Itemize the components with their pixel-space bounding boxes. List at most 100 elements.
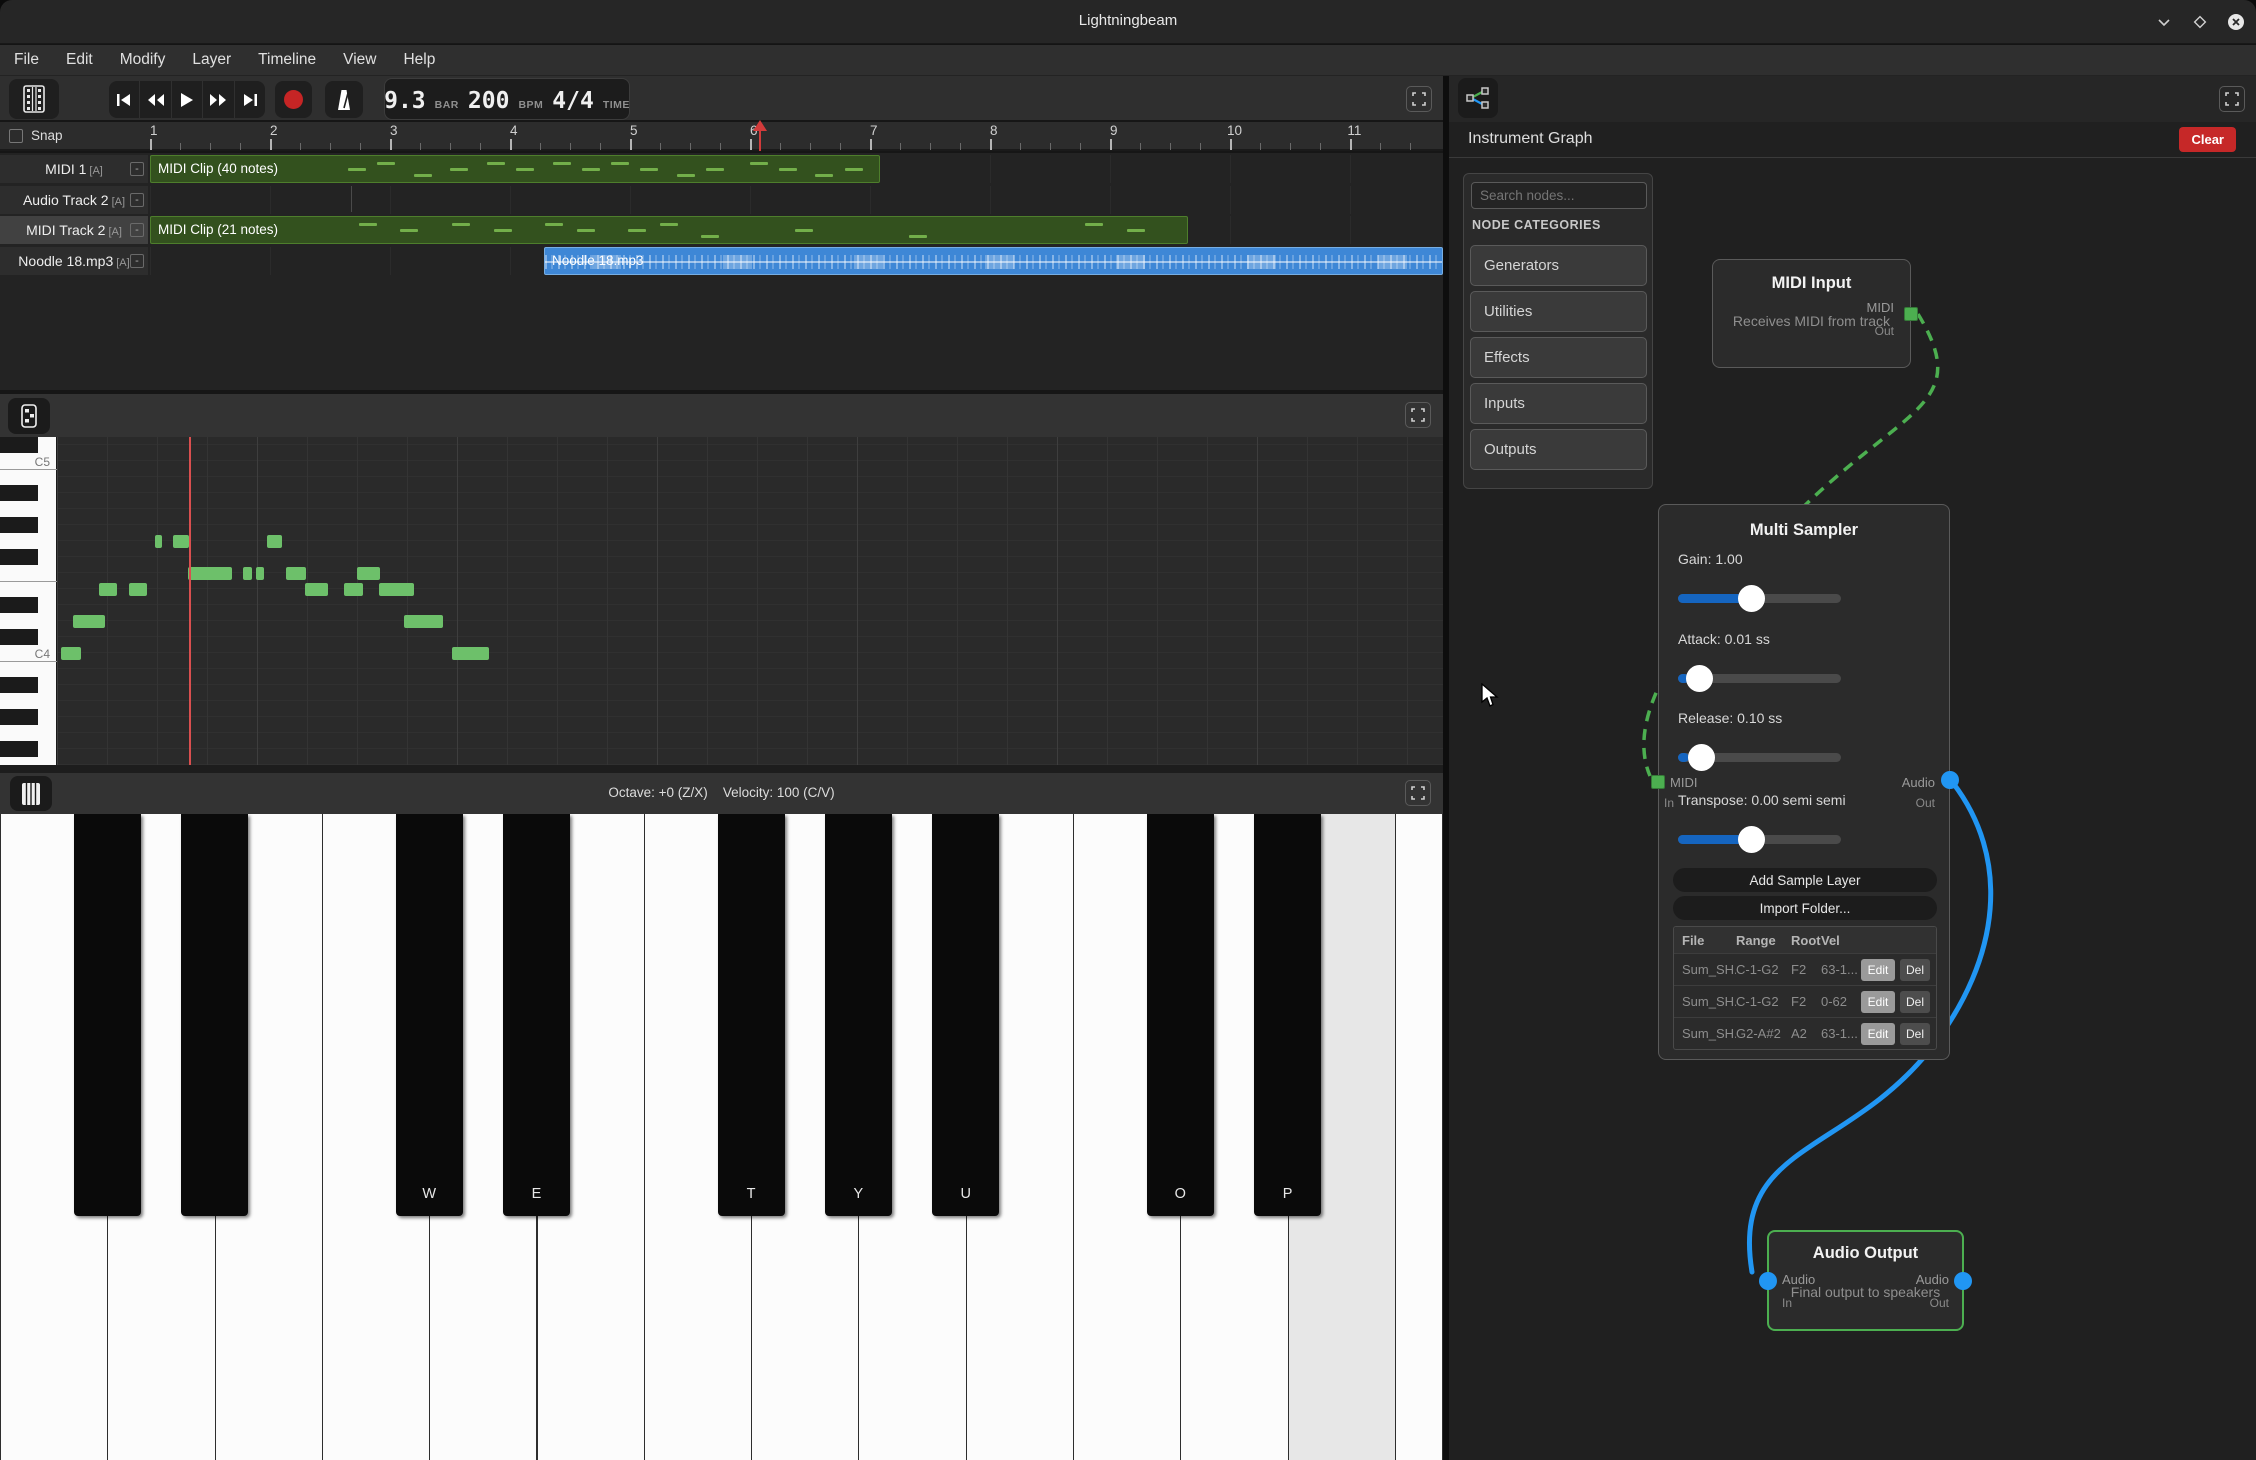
piano-roll[interactable]: C5C4 xyxy=(0,437,1443,765)
mini-black-key[interactable] xyxy=(0,485,38,501)
metronome-button[interactable] xyxy=(325,81,363,118)
track-lane[interactable]: MIDI Clip (21 notes) xyxy=(150,216,1443,244)
midi-note[interactable] xyxy=(243,567,252,580)
fast-forward-button[interactable] xyxy=(203,81,234,118)
piano-roll-icon-button[interactable] xyxy=(8,398,50,434)
midi-note[interactable] xyxy=(344,583,363,596)
piano-roll-expand-button[interactable] xyxy=(1405,402,1431,428)
black-key-W[interactable]: W xyxy=(396,814,463,1216)
node-audio-output[interactable]: Audio Output Audio Final output to speak… xyxy=(1767,1230,1964,1331)
delete-sample-button[interactable]: Del xyxy=(1900,959,1930,981)
param-slider[interactable] xyxy=(1678,674,1841,683)
clip-midi[interactable]: MIDI Clip (40 notes) xyxy=(150,155,880,183)
menu-help[interactable]: Help xyxy=(403,51,435,69)
mini-black-key[interactable] xyxy=(0,629,38,645)
track-lane[interactable] xyxy=(150,186,1443,214)
play-button[interactable] xyxy=(172,81,203,118)
track-lane[interactable]: MIDI Clip (40 notes) xyxy=(150,155,1443,183)
black-key-Y[interactable]: Y xyxy=(825,814,892,1216)
record-button[interactable] xyxy=(275,81,312,118)
midi-note[interactable] xyxy=(61,647,81,660)
add-sample-layer-button[interactable]: Add Sample Layer xyxy=(1673,868,1937,892)
piano-roll-scrollbar[interactable] xyxy=(0,765,1443,773)
midi-note[interactable] xyxy=(155,535,162,548)
track-mini-checkbox[interactable]: - xyxy=(130,223,144,237)
midi-note[interactable] xyxy=(357,567,380,580)
param-slider[interactable] xyxy=(1678,753,1841,762)
menu-layer[interactable]: Layer xyxy=(192,51,231,69)
mini-black-key[interactable] xyxy=(0,597,38,613)
midi-note[interactable] xyxy=(404,615,443,628)
edit-sample-button[interactable]: Edit xyxy=(1861,959,1895,981)
black-key[interactable] xyxy=(74,814,141,1216)
black-key-O[interactable]: O xyxy=(1147,814,1214,1216)
film-button[interactable] xyxy=(9,79,59,119)
midi-note[interactable] xyxy=(188,567,232,580)
clip-audio[interactable]: Noodle 18.mp3 xyxy=(544,247,1443,275)
track-mini-checkbox[interactable]: - xyxy=(130,162,144,176)
track-header-midi-1[interactable]: MIDI 1[A]- xyxy=(0,155,148,183)
audio-in-port[interactable] xyxy=(1759,1272,1777,1290)
minimize-button[interactable] xyxy=(2152,10,2176,34)
timeline-expand-button[interactable] xyxy=(1406,86,1432,112)
white-key[interactable] xyxy=(1395,814,1443,1460)
mini-black-key[interactable] xyxy=(0,437,38,453)
close-button[interactable] xyxy=(2224,10,2248,34)
delete-sample-button[interactable]: Del xyxy=(1900,1023,1930,1045)
track-mini-checkbox[interactable]: - xyxy=(130,193,144,207)
midi-note[interactable] xyxy=(129,583,147,596)
mini-black-key[interactable] xyxy=(0,549,38,565)
timeline-ruler[interactable]: Snap 1234567891011 xyxy=(0,122,1443,151)
midi-note[interactable] xyxy=(379,583,414,596)
mini-black-key[interactable] xyxy=(0,741,38,757)
mini-black-key[interactable] xyxy=(0,677,38,693)
skip-start-button[interactable] xyxy=(109,81,140,118)
black-key-E[interactable]: E xyxy=(503,814,570,1216)
edit-sample-button[interactable]: Edit xyxy=(1861,991,1895,1013)
audio-out-port[interactable] xyxy=(1941,771,1959,789)
track-header-noodle-18-mp3[interactable]: Noodle 18.mp3[A]- xyxy=(0,247,148,275)
mini-black-key[interactable] xyxy=(0,517,38,533)
midi-note[interactable] xyxy=(452,647,489,660)
audio-out-port[interactable] xyxy=(1954,1272,1972,1290)
track-header-midi-track-2[interactable]: MIDI Track 2[A]- xyxy=(0,216,148,244)
menu-file[interactable]: File xyxy=(14,51,39,69)
menu-modify[interactable]: Modify xyxy=(120,51,166,69)
clip-midi[interactable]: MIDI Clip (21 notes) xyxy=(150,216,1188,244)
midi-note[interactable] xyxy=(267,535,282,548)
slider-thumb[interactable] xyxy=(1686,665,1713,692)
midi-note[interactable] xyxy=(99,583,117,596)
midi-out-port[interactable] xyxy=(1904,307,1918,321)
delete-sample-button[interactable]: Del xyxy=(1900,991,1930,1013)
black-key-P[interactable]: P xyxy=(1254,814,1321,1216)
mini-black-key[interactable] xyxy=(0,709,38,725)
snap-checkbox[interactable] xyxy=(9,129,23,143)
midi-note[interactable] xyxy=(305,583,328,596)
maximize-button[interactable] xyxy=(2188,10,2212,34)
import-folder-button[interactable]: Import Folder... xyxy=(1673,896,1937,920)
piano-roll-keys[interactable]: C5C4 xyxy=(0,437,57,765)
menu-timeline[interactable]: Timeline xyxy=(258,51,316,69)
midi-note[interactable] xyxy=(173,535,189,548)
piano-roll-grid[interactable] xyxy=(57,437,1443,765)
menu-edit[interactable]: Edit xyxy=(66,51,93,69)
slider-thumb[interactable] xyxy=(1738,585,1765,612)
rewind-button[interactable] xyxy=(140,81,171,118)
track-lane[interactable]: Noodle 18.mp3 xyxy=(150,247,1443,275)
midi-in-port[interactable] xyxy=(1651,775,1665,789)
keyboard-expand-button[interactable] xyxy=(1405,780,1431,806)
menu-view[interactable]: View xyxy=(343,51,376,69)
node-midi-input[interactable]: MIDI Input MIDI Receives MIDI from track… xyxy=(1712,259,1911,368)
black-key-T[interactable]: T xyxy=(718,814,785,1216)
node-multi-sampler[interactable]: Multi Sampler Gain: 1.00 Attack: 0.01 ss… xyxy=(1658,504,1950,1060)
track-header-audio-track-2[interactable]: Audio Track 2[A]- xyxy=(0,186,148,214)
midi-note[interactable] xyxy=(256,567,264,580)
slider-thumb[interactable] xyxy=(1688,744,1715,771)
transport-display[interactable]: 9.3 BAR 200 BPM 4/4 TIME xyxy=(384,78,630,120)
playhead-marker[interactable] xyxy=(759,130,761,151)
param-slider[interactable] xyxy=(1678,594,1841,603)
param-slider[interactable] xyxy=(1678,835,1841,844)
midi-note[interactable] xyxy=(286,567,306,580)
slider-thumb[interactable] xyxy=(1738,826,1765,853)
black-key-U[interactable]: U xyxy=(932,814,999,1216)
